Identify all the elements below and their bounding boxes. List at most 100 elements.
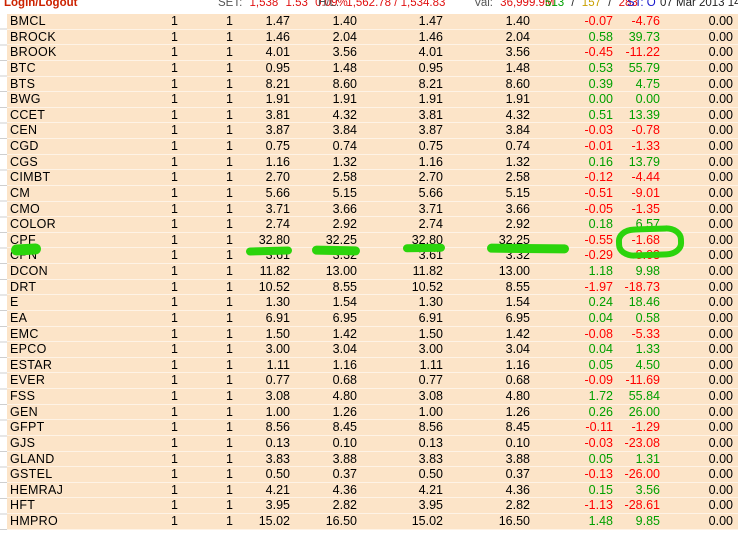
value-cell: 1 [226,123,233,138]
table-row[interactable]: BWG 1 1 1.91 1.91 1.91 1.91 0.00 0.00 0.00 [0,92,738,108]
table-row[interactable]: GFPT 1 1 8.56 8.45 8.56 8.45 -0.11 -1.29 0.00 [0,420,738,436]
value-cell: 2.70 [418,170,443,185]
value-cell: 1.32 [332,154,357,169]
value-cell: 2.70 [265,170,290,185]
value-cell: 1 [226,154,233,169]
pct-change-cell: 9.85 [635,514,660,528]
value-cell: 1 [226,248,233,263]
table-row[interactable]: CGS 1 1 1.16 1.32 1.16 1.32 0.16 13.79 0.00 [0,155,738,171]
table-row[interactable]: GEN 1 1 1.00 1.26 1.00 1.26 0.26 26.00 0.00 [0,405,738,421]
value-cell: 1 [171,451,178,466]
value-cell: 1.16 [332,357,357,372]
value-cell: 6.95 [505,310,530,325]
value-cell: 1 [171,498,178,513]
table-row[interactable]: DCON 1 1 11.82 13.00 11.82 13.00 1.18 9.98 0.00 [0,264,738,280]
value-cell: 1 [226,29,233,44]
table-row[interactable]: BROOK 1 1 4.01 3.56 4.01 3.56 -0.45 -11.22 0.00 [0,45,738,61]
quote-table: BMCL 1 1 1.47 1.40 1.47 1.40 -0.07 -4.76 0.00 BROC… [0,14,738,531]
value-cell: 0.00 [708,310,733,325]
value-cell: 0.77 [418,373,443,388]
table-row[interactable]: HFT 1 1 3.95 2.82 3.95 2.82 -1.13 -28.61 0.00 [0,498,738,514]
table-row[interactable]: GSTEL 1 1 0.50 0.37 0.50 0.37 -0.13 -26.00 0.00 [0,467,738,483]
table-row[interactable]: CEN 1 1 3.87 3.84 3.87 3.84 -0.03 -0.78 0.00 [0,123,738,139]
value-cell: 2.92 [505,217,530,232]
table-row[interactable]: CM 1 1 5.66 5.15 5.66 5.15 -0.51 -9.01 0.00 [0,186,738,202]
table-row[interactable]: E 1 1 1.30 1.54 1.30 1.54 0.24 18.46 0.00 [0,295,738,311]
table-row[interactable]: HMPRO 1 1 15.02 16.50 15.02 16.50 1.48 9.85 0.00 [0,514,738,530]
value-cell: 1 [226,482,233,497]
value-cell: 3.83 [418,451,443,466]
table-row[interactable]: HEMRAJ 1 1 4.21 4.36 4.21 4.36 0.15 3.56 0.00 [0,483,738,499]
trading-app-screen: Login/Logout SET: 1,538 1.53 0.09% H/L: … [0,0,738,538]
table-row[interactable]: FSS 1 1 3.08 4.80 3.08 4.80 1.72 55.84 0.00 [0,389,738,405]
table-row[interactable]: DRT 1 1 10.52 8.55 10.52 8.55 -1.97 -18.73 0.00 [0,280,738,296]
ticker-cell: GJS [10,435,36,450]
value-cell: 1 [226,232,233,247]
pct-change-cell: -5.33 [631,326,661,341]
value-cell: 1.32 [505,154,530,169]
value-cell: 8.60 [505,76,530,91]
top-status-bar: Login/Logout SET: 1,538 1.53 0.09% H/L: … [0,0,738,14]
value-cell: 0.00 [708,201,733,216]
table-row[interactable]: ESTAR 1 1 1.11 1.16 1.11 1.16 0.05 4.50 0.00 [0,358,738,374]
login-logout-link[interactable]: Login/Logout [4,0,77,10]
value-cell: 1 [171,107,178,122]
value-cell: 0.00 [708,139,733,153]
ticker-cell: ESTAR [10,357,53,372]
table-row[interactable]: BROCK 1 1 1.46 2.04 1.46 2.04 0.58 39.73 0.00 [0,30,738,46]
table-row[interactable]: CIMBT 1 1 2.70 2.58 2.70 2.58 -0.12 -4.44 0.00 [0,170,738,186]
value-cell: 1 [226,264,233,278]
ticker-cell: GFPT [10,420,45,435]
value-cell: 1.47 [418,14,443,28]
value-cell: 0.00 [708,404,733,419]
value-cell: 0.00 [708,389,733,403]
change-cell: -0.11 [585,420,613,435]
value-cell: 0.00 [708,357,733,372]
change-cell: 0.05 [588,451,613,466]
value-cell: 3.84 [505,123,530,138]
table-row[interactable]: CMO 1 1 3.71 3.66 3.71 3.66 -0.05 -1.35 0.00 [0,202,738,218]
set-label: SET: [218,0,243,9]
table-row[interactable]: BTC 1 1 0.95 1.48 0.95 1.48 0.53 55.79 0.00 [0,61,738,77]
set-change-value: 1.53 [285,0,308,9]
value-cell: 1 [226,498,233,513]
value-cell: 0.37 [332,467,357,482]
value-cell: 0.00 [708,435,733,450]
table-row[interactable]: EA 1 1 6.91 6.95 6.91 6.95 0.04 0.58 0.00 [0,311,738,327]
value-cell: 1 [171,139,178,153]
ticker-cell: BTC [10,60,36,75]
pct-change-cell: 55.84 [628,389,660,403]
table-row[interactable]: BMCL 1 1 1.47 1.40 1.47 1.40 -0.07 -4.76 0.00 [0,14,738,30]
value-cell: 1 [171,201,178,216]
table-row[interactable]: BTS 1 1 8.21 8.60 8.21 8.60 0.39 4.75 0.00 [0,77,738,93]
pct-change-cell: -1.33 [631,139,661,153]
value-cell: 0.00 [708,342,733,357]
set-index-value: 1,538 [249,0,279,9]
ticker-cell: CGD [10,139,39,153]
change-cell: 0.15 [588,482,613,497]
ticker-cell: COLOR [10,217,56,232]
high-low-value: 1,562.78 / 1,534.83 [346,0,446,9]
value-cell: 4.01 [418,45,443,60]
change-cell: -0.03 [584,123,614,138]
value-cell: 0.00 [708,185,733,200]
pct-change-cell: -1.29 [631,420,661,435]
value-cell: 4.80 [332,389,357,403]
table-row[interactable]: GLAND 1 1 3.83 3.88 3.83 3.88 0.05 1.31 0.00 [0,452,738,468]
table-row[interactable]: CCET 1 1 3.81 4.32 3.81 4.32 0.51 13.39 0.00 [0,108,738,124]
value-cell: 0.00 [708,498,733,513]
value-cell: 1 [171,420,178,435]
value-cell: 6.95 [332,310,357,325]
table-row[interactable]: GJS 1 1 0.13 0.10 0.13 0.10 -0.03 -23.08 0.00 [0,436,738,452]
value-cell: 10.52 [411,279,443,294]
table-row[interactable]: EPCO 1 1 3.00 3.04 3.00 3.04 0.04 1.33 0.00 [0,342,738,358]
value-cell: 2.82 [332,498,357,513]
table-row[interactable]: EVER 1 1 0.77 0.68 0.77 0.68 -0.09 -11.69 0.00 [0,373,738,389]
value-cell: 1 [226,467,233,482]
table-row[interactable]: CGD 1 1 0.75 0.74 0.75 0.74 -0.01 -1.33 0.00 [0,139,738,155]
pct-change-cell: 18.46 [628,295,660,310]
value-cell: 0.50 [418,467,443,482]
value-cell: 1 [226,92,233,107]
table-row[interactable]: EMC 1 1 1.50 1.42 1.50 1.42 -0.08 -5.33 0.00 [0,327,738,343]
ticker-cell: EMC [10,326,39,341]
